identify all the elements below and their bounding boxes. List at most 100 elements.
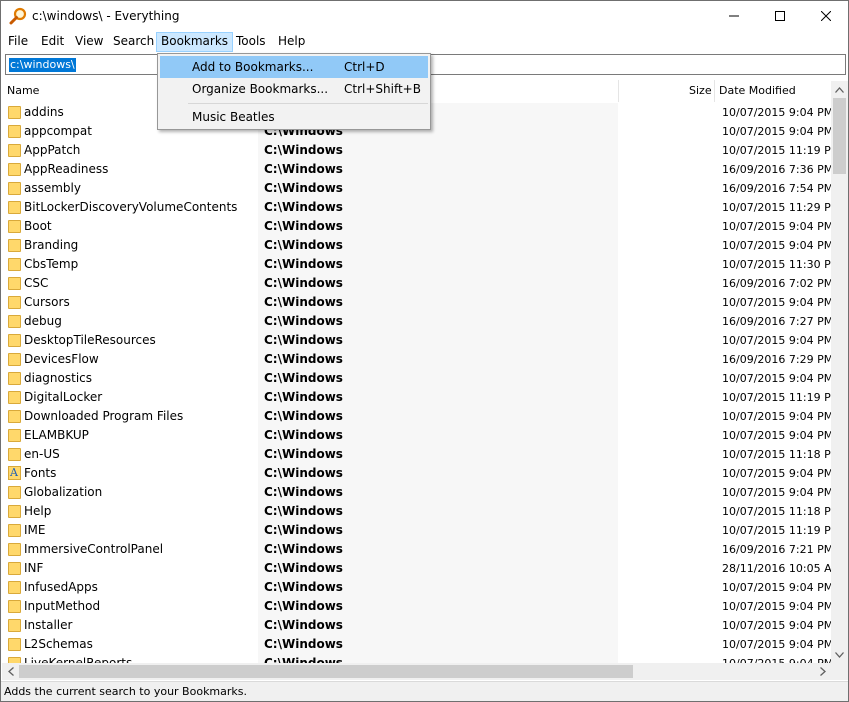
list-item[interactable]: assembly C:\Windows 16/09/2016 7:54 PM: [2, 179, 831, 198]
close-button[interactable]: [803, 1, 848, 31]
list-item[interactable]: DesktopTileResources C:\Windows 10/07/2015…: [2, 331, 831, 350]
folder-icon: [8, 372, 21, 385]
horizontal-scrollbar[interactable]: [2, 663, 831, 680]
folder-icon: [8, 638, 21, 651]
menu-item-music-beatles[interactable]: Music Beatles: [160, 106, 428, 128]
list-item[interactable]: A Fonts C:\Windows 10/07/2015 9:04 PM: [2, 464, 831, 483]
scroll-left-button[interactable]: [2, 663, 19, 680]
list-item[interactable]: Downloaded Program Files C:\Windows 10/07/…: [2, 407, 831, 426]
list-item[interactable]: DigitalLocker C:\Windows 10/07/2015 11:19 …: [2, 388, 831, 407]
column-divider[interactable]: [618, 80, 619, 102]
close-icon: [821, 11, 831, 21]
list-item[interactable]: InfusedApps C:\Windows 10/07/2015 9:04 PM: [2, 578, 831, 597]
menu-separator: [188, 103, 428, 104]
vertical-scroll-thumb[interactable]: [833, 98, 846, 174]
item-date-modified: 10/07/2015 9:04 PM: [722, 581, 831, 594]
menu-file[interactable]: File: [3, 32, 33, 52]
maximize-icon: [775, 11, 785, 21]
item-name: Installer: [24, 618, 73, 632]
list-item[interactable]: debug C:\Windows 16/09/2016 7:27 PM: [2, 312, 831, 331]
list-item[interactable]: Boot C:\Windows 10/07/2015 9:04 PM: [2, 217, 831, 236]
list-item[interactable]: LiveKernelReportsC:\Windows10/07/2015 9:…: [2, 654, 831, 663]
folder-icon: [8, 182, 21, 195]
item-date-modified: 10/07/2015 11:29 PM: [722, 201, 831, 214]
list-item[interactable]: Globalization C:\Windows 10/07/2015 9:04 P…: [2, 483, 831, 502]
list-item[interactable]: Branding C:\Windows 10/07/2015 9:04 PM: [2, 236, 831, 255]
item-name: BitLockerDiscoveryVolumeContents: [24, 200, 238, 214]
list-item[interactable]: ImmersiveControlPanel C:\Windows 16/09/201…: [2, 540, 831, 559]
folder-icon: [8, 201, 21, 214]
menu-tools[interactable]: Tools: [231, 32, 271, 52]
status-text: Adds the current search to your Bookmark…: [4, 685, 248, 698]
column-name[interactable]: Name: [7, 80, 39, 102]
item-date-modified: 10/07/2015 9:04 PM: [722, 296, 831, 309]
item-date-modified: 10/07/2015 9:04 PM: [722, 486, 831, 499]
item-date-modified: 10/07/2015 9:04 PM: [722, 619, 831, 632]
scroll-right-button[interactable]: [814, 663, 831, 680]
item-name: AppPatch: [24, 143, 81, 157]
menu-edit[interactable]: Edit: [36, 32, 69, 52]
menu-item-organize-bookmarks[interactable]: Organize Bookmarks... Ctrl+Shift+B: [160, 78, 428, 100]
item-name: Boot: [24, 219, 52, 233]
list-item[interactable]: CbsTemp C:\Windows 10/07/2015 11:30 PM: [2, 255, 831, 274]
item-date-modified: 28/11/2016 10:05 AM: [722, 562, 831, 575]
item-date-modified: 10/07/2015 11:30 PM: [722, 258, 831, 271]
list-item[interactable]: L2Schemas C:\Windows 10/07/2015 9:04 PM: [2, 635, 831, 654]
vertical-scrollbar[interactable]: [831, 81, 848, 663]
menu-search[interactable]: Search: [108, 32, 159, 52]
item-date-modified: 10/07/2015 9:04 PM: [722, 372, 831, 385]
list-item[interactable]: Installer C:\Windows 10/07/2015 9:04 PM: [2, 616, 831, 635]
list-item[interactable]: IME C:\Windows 10/07/2015 11:19 PM: [2, 521, 831, 540]
item-path: C:\Windows: [264, 428, 343, 442]
column-size[interactable]: Size: [689, 80, 712, 102]
scroll-down-button[interactable]: [831, 646, 848, 663]
item-date-modified: 16/09/2016 7:02 PM: [722, 277, 831, 290]
chevron-up-icon: [835, 86, 844, 93]
list-item[interactable]: en-US C:\Windows 10/07/2015 11:18 PM: [2, 445, 831, 464]
maximize-button[interactable]: [757, 1, 803, 31]
list-item[interactable]: INF C:\Windows 28/11/2016 10:05 AM: [2, 559, 831, 578]
chevron-left-icon: [7, 667, 14, 676]
menu-item-add-to-bookmarks[interactable]: Add to Bookmarks... Ctrl+D: [160, 56, 428, 78]
scroll-up-button[interactable]: [831, 81, 848, 98]
list-item[interactable]: Cursors C:\Windows 10/07/2015 9:04 PM: [2, 293, 831, 312]
item-name: Fonts: [24, 466, 57, 480]
window-title: c:\windows\ - Everything: [32, 9, 180, 23]
item-name: CSC: [24, 276, 49, 290]
item-name: InfusedApps: [24, 580, 98, 594]
item-name: DevicesFlow: [24, 352, 99, 366]
list-item[interactable]: DevicesFlow C:\Windows 16/09/2016 7:29 PM: [2, 350, 831, 369]
chevron-right-icon: [819, 667, 826, 676]
item-path: C:\Windows: [264, 181, 343, 195]
list-item[interactable]: InputMethod C:\Windows 10/07/2015 9:04 PM: [2, 597, 831, 616]
menu-view[interactable]: View: [70, 32, 108, 52]
list-item[interactable]: BitLockerDiscoveryVolumeContents C:\Windo…: [2, 198, 831, 217]
menu-item-label: Add to Bookmarks...: [192, 60, 314, 74]
item-date-modified: 10/07/2015 11:18 PM: [722, 505, 831, 518]
list-item[interactable]: diagnostics C:\Windows 10/07/2015 9:04 PM: [2, 369, 831, 388]
list-item[interactable]: Help C:\Windows 10/07/2015 11:18 PM: [2, 502, 831, 521]
list-item[interactable]: AppPatch C:\Windows 10/07/2015 11:19 PM: [2, 141, 831, 160]
menu-bookmarks[interactable]: Bookmarks: [156, 32, 234, 52]
folder-icon: [8, 277, 21, 290]
item-date-modified: 10/07/2015 9:04 PM: [722, 220, 831, 233]
list-item[interactable]: AppReadiness C:\Windows 16/09/2016 7:36 PM: [2, 160, 831, 179]
column-date-modified[interactable]: Date Modified: [719, 80, 796, 102]
folder-icon: [8, 448, 21, 461]
menu-help[interactable]: Help: [273, 32, 310, 52]
item-date-modified: 16/09/2016 7:29 PM: [722, 353, 831, 366]
item-name: LiveKernelReports: [24, 656, 133, 663]
folder-icon: [8, 486, 21, 499]
status-bar: Adds the current search to your Bookmark…: [1, 681, 848, 701]
list-item[interactable]: ELAMBKUP C:\Windows 10/07/2015 9:04 PM: [2, 426, 831, 445]
horizontal-scroll-thumb[interactable]: [19, 665, 633, 678]
minimize-button[interactable]: [711, 1, 757, 31]
item-date-modified: 16/09/2016 7:21 PM: [722, 543, 831, 556]
item-date-modified: 16/09/2016 7:54 PM: [722, 182, 831, 195]
item-path: C:\Windows: [264, 561, 343, 575]
item-name: Cursors: [24, 295, 70, 309]
list-item[interactable]: CSC C:\Windows 16/09/2016 7:02 PM: [2, 274, 831, 293]
column-divider[interactable]: [714, 80, 715, 102]
item-date-modified: 10/07/2015 9:04 PM: [722, 600, 831, 613]
minimize-icon: [729, 15, 739, 17]
